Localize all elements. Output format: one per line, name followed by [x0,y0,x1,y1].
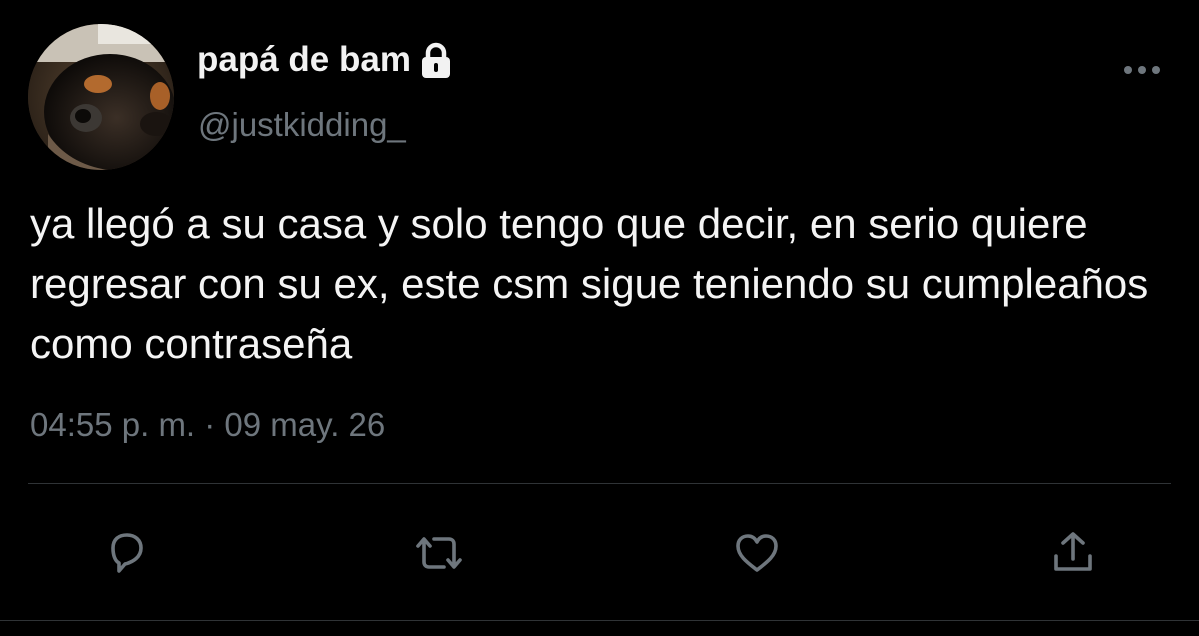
tweet: papá de bam @justkidding_ ya llegó a su … [0,0,1199,636]
avatar[interactable] [28,24,174,170]
tweet-text: ya llegó a su casa y solo tengo que deci… [30,200,1149,367]
share-icon [1054,532,1092,571]
like-button[interactable] [730,526,784,580]
user-handle[interactable]: @justkidding_ [198,106,406,144]
retweet-icon [416,537,462,569]
display-name[interactable]: papá de bam [197,40,453,80]
avatar-image [28,24,174,170]
lock-icon [419,42,453,80]
reply-icon [111,533,143,573]
divider [28,483,1171,484]
bottom-divider [0,620,1199,621]
retweet-button[interactable] [412,526,466,580]
heart-icon [736,534,778,572]
tweet-timestamp[interactable]: 04:55 p. m. · 09 may. 26 [30,406,385,444]
more-options-icon[interactable] [1120,56,1164,84]
reply-button[interactable] [99,526,153,580]
share-button[interactable] [1046,526,1100,580]
display-name-text[interactable]: papá de bam [197,40,411,80]
